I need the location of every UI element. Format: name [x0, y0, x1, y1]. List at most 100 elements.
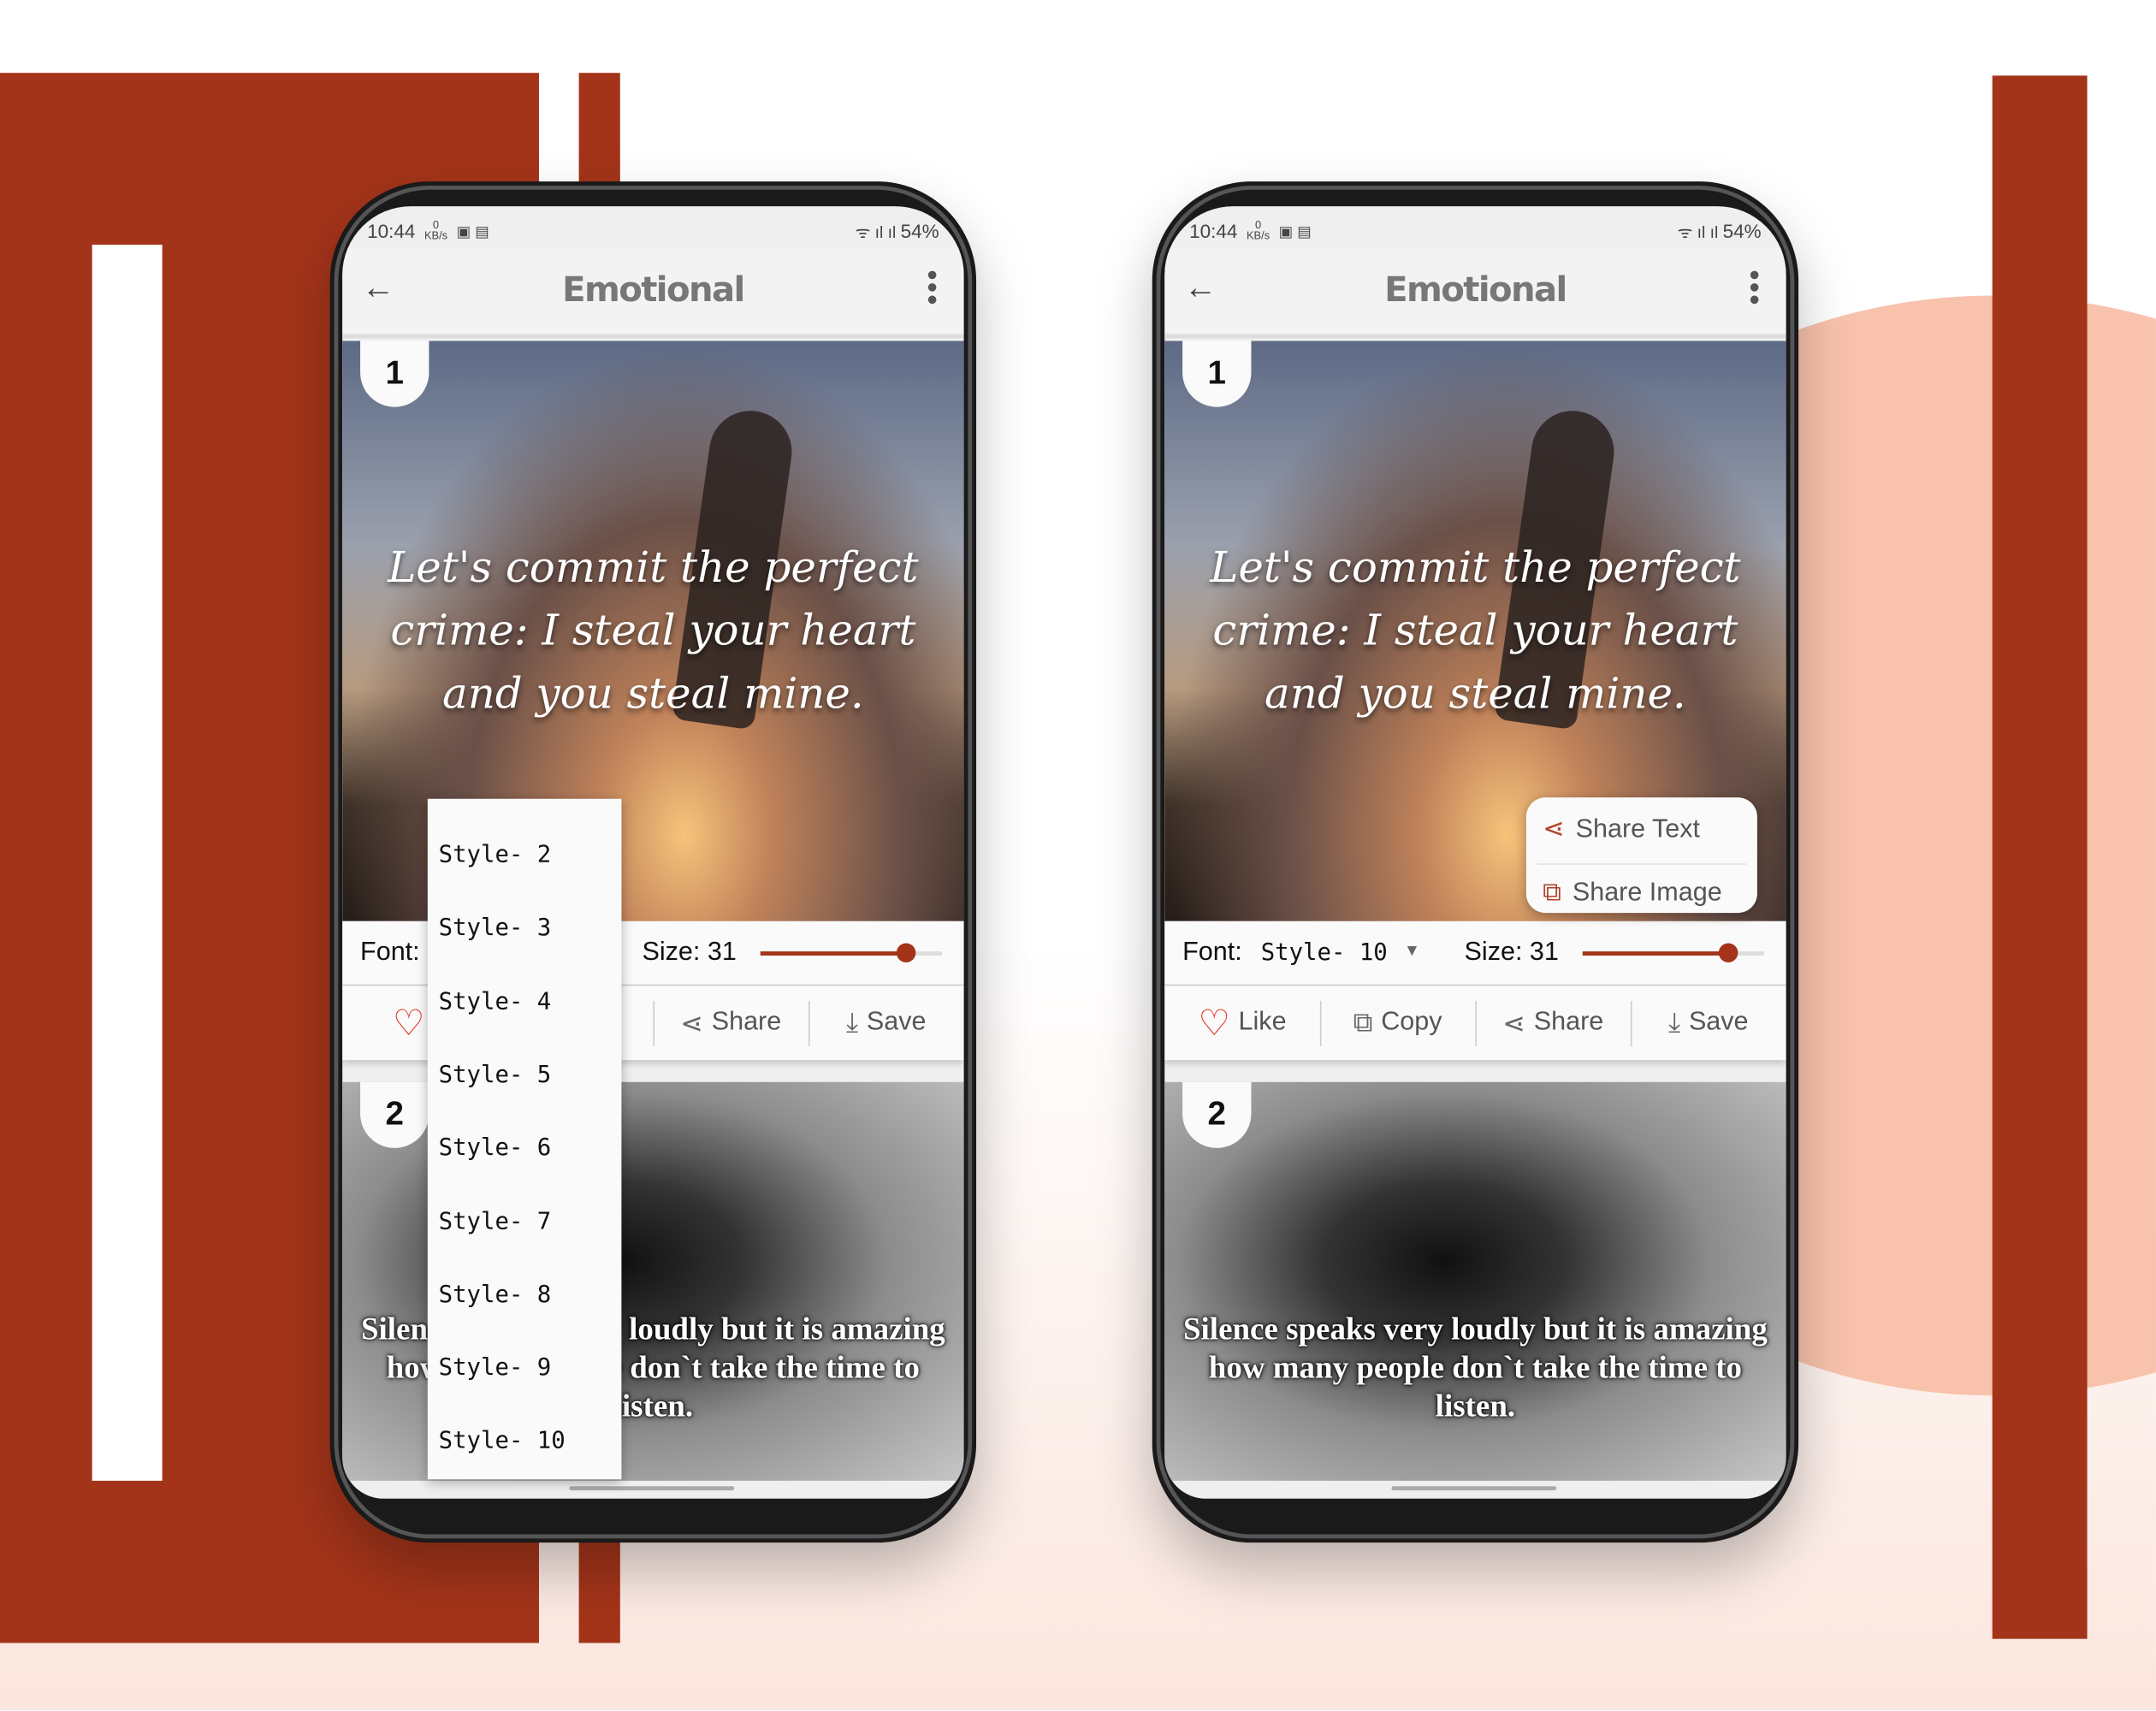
dropdown-option[interactable]: Style- 3 — [439, 915, 552, 942]
copy-label: Copy — [1381, 1008, 1442, 1037]
quote-text: Silence speaks very loudly but it is ama… — [1182, 1311, 1768, 1424]
share-icon: ⋖ — [1543, 815, 1565, 844]
divider — [653, 1000, 654, 1047]
battery-level: 54% — [900, 220, 939, 242]
divider — [1475, 1000, 1478, 1047]
signal-icon: ᯤ ıl ıl — [855, 222, 901, 242]
dropdown-option[interactable]: Style- 4 — [439, 988, 552, 1015]
download-icon: ⤓ — [846, 1007, 859, 1038]
status-bar: 10:44 0 KB/s ▣ ▤ ᯤ ıl ıl 54% — [342, 206, 963, 247]
size-label: Size: 31 — [642, 938, 737, 967]
dot — [1750, 283, 1759, 292]
share-text-option[interactable]: ⋖ Share Text — [1543, 814, 1700, 845]
app-bar: ← Emotional — [342, 247, 964, 339]
page-title: Emotional — [562, 269, 745, 310]
quote-number-badge: 1 — [1182, 340, 1252, 407]
dot — [1750, 270, 1759, 280]
chevron-down-icon[interactable]: ▼ — [1404, 940, 1420, 959]
dropdown-option[interactable]: Style- 8 — [439, 1281, 552, 1308]
status-right: ᯤ ıl ıl 54% — [856, 220, 939, 243]
dropdown-option[interactable]: Style- 7 — [439, 1208, 552, 1235]
text-controls: Font: Style- 10 ▼ Size: 31 — [1164, 921, 1786, 987]
slider-thumb[interactable] — [896, 943, 915, 962]
status-left: 10:44 0 KB/s ▣ ▤ — [367, 218, 489, 242]
divider — [1319, 1000, 1322, 1047]
save-button[interactable]: ⤓ Save — [808, 986, 964, 1060]
font-label: Font: — [360, 938, 420, 967]
dropdown-option[interactable]: Style- 2 — [439, 842, 552, 869]
slider-thumb[interactable] — [1718, 943, 1738, 962]
quote-text: Let's commit the perfect crime: I steal … — [388, 542, 919, 719]
status-time: 10:44 — [1189, 220, 1238, 242]
page-title: Emotional — [1384, 269, 1567, 310]
copy-button[interactable]: ⧉ Copy — [1320, 986, 1476, 1060]
decor-red-bar-right — [1992, 75, 2088, 1639]
heart-icon: ♡ — [392, 1001, 425, 1043]
status-right: ᯤ ıl ıl 54% — [1678, 220, 1762, 243]
app-bar: ← Emotional — [1164, 247, 1786, 339]
divider — [808, 1000, 810, 1047]
slider-fill — [1582, 951, 1728, 956]
divider — [1537, 863, 1747, 865]
share-icon: ⋖ — [680, 1008, 704, 1039]
dot — [927, 283, 937, 292]
home-indicator — [569, 1486, 735, 1491]
signal-icon: ᯤ ıl ıl — [1677, 222, 1723, 242]
font-select[interactable]: Style- 10 — [1261, 939, 1388, 967]
more-options-icon[interactable] — [1750, 267, 1762, 308]
phone-screen: 10:44 0 KB/s ▣ ▤ ᯤ ıl ıl 54% ← Emotional 1 Let'… — [1164, 206, 1786, 1499]
dot — [1750, 295, 1759, 305]
status-icons: ▣ ▤ — [456, 223, 489, 240]
quote-number-badge: 2 — [360, 1081, 429, 1148]
network-speed: 0 KB/s — [1246, 218, 1270, 242]
font-style-dropdown: Style- 2 Style- 3 Style- 4 Style- 5 Style- 6… — [427, 798, 622, 1480]
phone-mockup: 10:44 0 KB/s ▣ ▤ ᯤ ıl ıl 54% ← Emotional 1 Let'… — [1152, 181, 1799, 1543]
share-icon: ⋖ — [1502, 1008, 1526, 1039]
status-bar: 10:44 0 KB/s ▣ ▤ ᯤ ıl ıl 54% — [1164, 206, 1786, 247]
quote-number-badge: 2 — [1182, 1081, 1252, 1148]
battery-level: 54% — [1722, 220, 1762, 242]
home-indicator — [1391, 1486, 1557, 1491]
dropdown-option[interactable]: Style- 6 — [439, 1134, 552, 1162]
dropdown-option[interactable]: Style- 10 — [439, 1428, 566, 1455]
like-button[interactable]: ♡ Like — [1164, 986, 1320, 1060]
network-speed: 0 KB/s — [424, 218, 448, 242]
heart-icon: ♡ — [1198, 1001, 1230, 1043]
share-label: Share — [1533, 1008, 1604, 1037]
font-label: Font: — [1182, 938, 1242, 967]
slider-fill — [760, 951, 906, 956]
quote-text: Let's commit the perfect crime: I steal … — [1210, 542, 1741, 719]
phone-mockup: 10:44 0 KB/s ▣ ▤ ᯤ ıl ıl 54% ← Emotional 1 Let'… — [329, 181, 977, 1543]
more-options-icon[interactable] — [927, 267, 939, 308]
dropdown-option[interactable]: Style- 9 — [439, 1354, 552, 1382]
dropdown-option[interactable]: Style- 5 — [439, 1062, 552, 1089]
save-label: Save — [866, 1008, 927, 1037]
dot — [927, 295, 937, 305]
share-image-option[interactable]: ⧉ Share Image — [1543, 879, 1722, 909]
share-text-label: Share Text — [1575, 814, 1701, 844]
quote-number-badge: 1 — [360, 340, 429, 407]
share-label: Share — [711, 1008, 782, 1037]
open-external-icon: ⧉ — [1543, 878, 1561, 908]
like-label: Like — [1238, 1008, 1287, 1037]
save-label: Save — [1688, 1008, 1749, 1037]
share-button[interactable]: ⋖ Share — [1475, 986, 1631, 1060]
promo-canvas: 10:44 0 KB/s ▣ ▤ ᯤ ıl ıl 54% ← Emotional 1 Let'… — [0, 0, 2156, 1711]
dot — [927, 270, 937, 280]
status-time: 10:44 — [367, 220, 416, 242]
copy-icon: ⧉ — [1353, 1007, 1373, 1038]
share-image-label: Share Image — [1572, 878, 1722, 908]
phone-screen: 10:44 0 KB/s ▣ ▤ ᯤ ıl ıl 54% ← Emotional 1 Let'… — [342, 206, 964, 1499]
share-button[interactable]: ⋖ Share — [653, 986, 808, 1060]
status-icons: ▣ ▤ — [1278, 223, 1312, 240]
decor-white-bar — [92, 245, 163, 1481]
download-icon: ⤓ — [1668, 1007, 1681, 1038]
action-bar: ♡ Like ⧉ Copy ⋖ Share ⤓ Save — [1164, 986, 1786, 1061]
status-left: 10:44 0 KB/s ▣ ▤ — [1189, 218, 1312, 242]
size-slider[interactable] — [1582, 943, 1764, 962]
size-slider[interactable] — [760, 943, 942, 962]
divider — [1631, 1000, 1632, 1047]
share-menu: ⋖ Share Text ⧉ Share Image — [1525, 797, 1757, 914]
quote-card-image: 2 Silence speaks very loudly but it is am… — [1164, 1081, 1786, 1481]
save-button[interactable]: ⤓ Save — [1631, 986, 1786, 1060]
